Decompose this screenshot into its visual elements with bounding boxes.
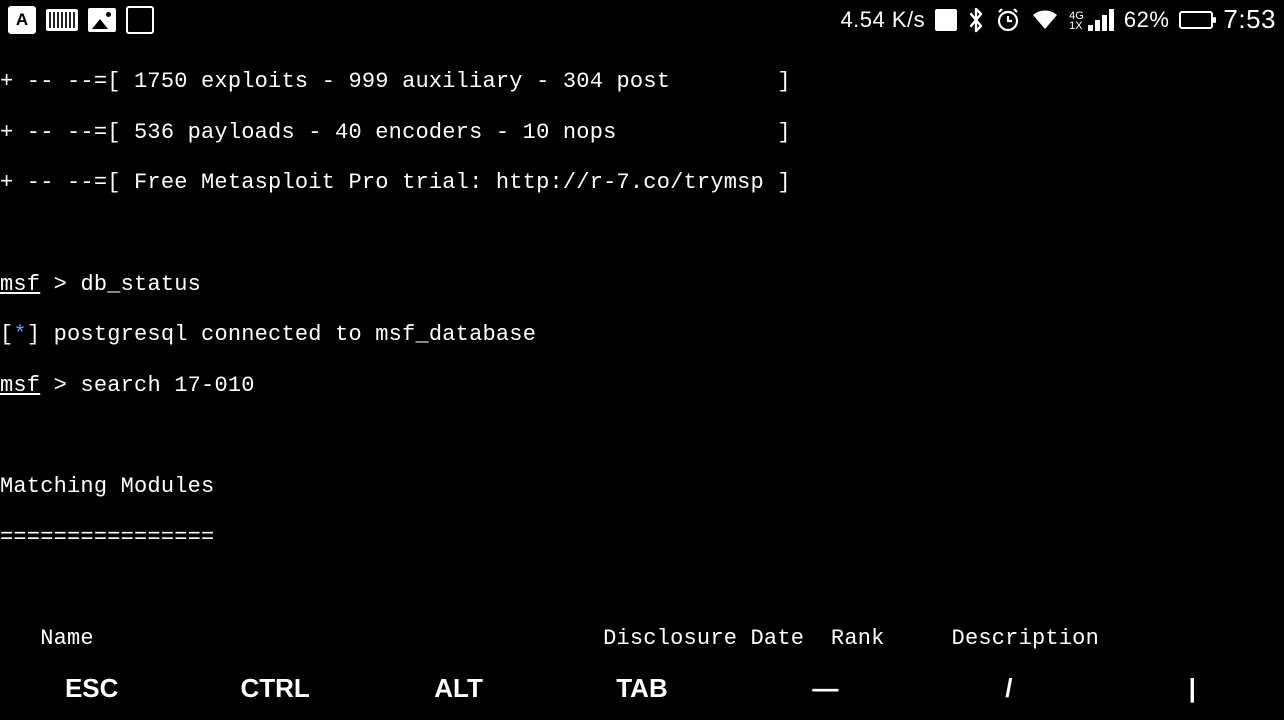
key-slash[interactable]: / — [917, 674, 1100, 704]
command: search 17-010 — [80, 373, 254, 398]
prompt-line: msf > search 17-010 — [0, 373, 1284, 398]
banner-line: + -- --=[ Free Metasploit Pro trial: htt… — [0, 170, 1284, 195]
banner-line: + -- --=[ 536 payloads - 40 encoders - 1… — [0, 120, 1284, 145]
banner-line: + -- --=[ 1750 exploits - 999 auxiliary … — [0, 69, 1284, 94]
wifi-icon — [1031, 9, 1059, 31]
blank-line — [0, 221, 1284, 246]
table-header: Name Disclosure Date Rank Description — [0, 626, 1284, 651]
status-star: * — [13, 322, 26, 347]
app-rect-icon — [126, 6, 154, 34]
status-bar: A 4.54 K/s 4G 1X — [0, 0, 1284, 40]
keyboard-icon — [46, 9, 78, 31]
prompt-label: msf — [0, 272, 40, 297]
stop-icon — [935, 9, 957, 31]
status-right: 4.54 K/s 4G 1X — [840, 5, 1276, 35]
blank-line — [0, 423, 1284, 448]
blank-line — [0, 575, 1284, 600]
output-line: [*] postgresql connected to msf_database — [0, 322, 1284, 347]
table-title: Matching Modules — [0, 474, 1284, 499]
image-icon — [88, 8, 116, 32]
bluetooth-icon — [967, 7, 985, 33]
signal-label-bottom: 1X — [1069, 21, 1082, 31]
key-dash[interactable]: — — [734, 674, 917, 704]
battery-percent: 62% — [1124, 7, 1170, 32]
clock: 7:53 — [1223, 5, 1276, 35]
input-mode-icon[interactable]: A — [8, 6, 36, 34]
key-pipe[interactable]: | — [1101, 674, 1284, 704]
terminal[interactable]: + -- --=[ 1750 exploits - 999 auxiliary … — [0, 40, 1284, 720]
battery-icon — [1179, 11, 1213, 29]
prompt-label: msf — [0, 373, 40, 398]
alarm-icon — [995, 7, 1021, 33]
cell-signal-icon: 4G 1X — [1069, 9, 1114, 31]
key-esc[interactable]: ESC — [0, 674, 183, 704]
extra-keys-bar: ESC CTRL ALT TAB — / | — [0, 658, 1284, 720]
key-alt[interactable]: ALT — [367, 674, 550, 704]
key-tab[interactable]: TAB — [550, 674, 733, 704]
network-speed: 4.54 K/s — [840, 7, 925, 32]
key-ctrl[interactable]: CTRL — [183, 674, 366, 704]
table-rule: ================ — [0, 525, 1284, 550]
command: db_status — [80, 272, 201, 297]
status-left: A — [8, 6, 154, 34]
prompt-line: msf > db_status — [0, 272, 1284, 297]
status-message: postgresql connected to msf_database — [40, 322, 536, 347]
